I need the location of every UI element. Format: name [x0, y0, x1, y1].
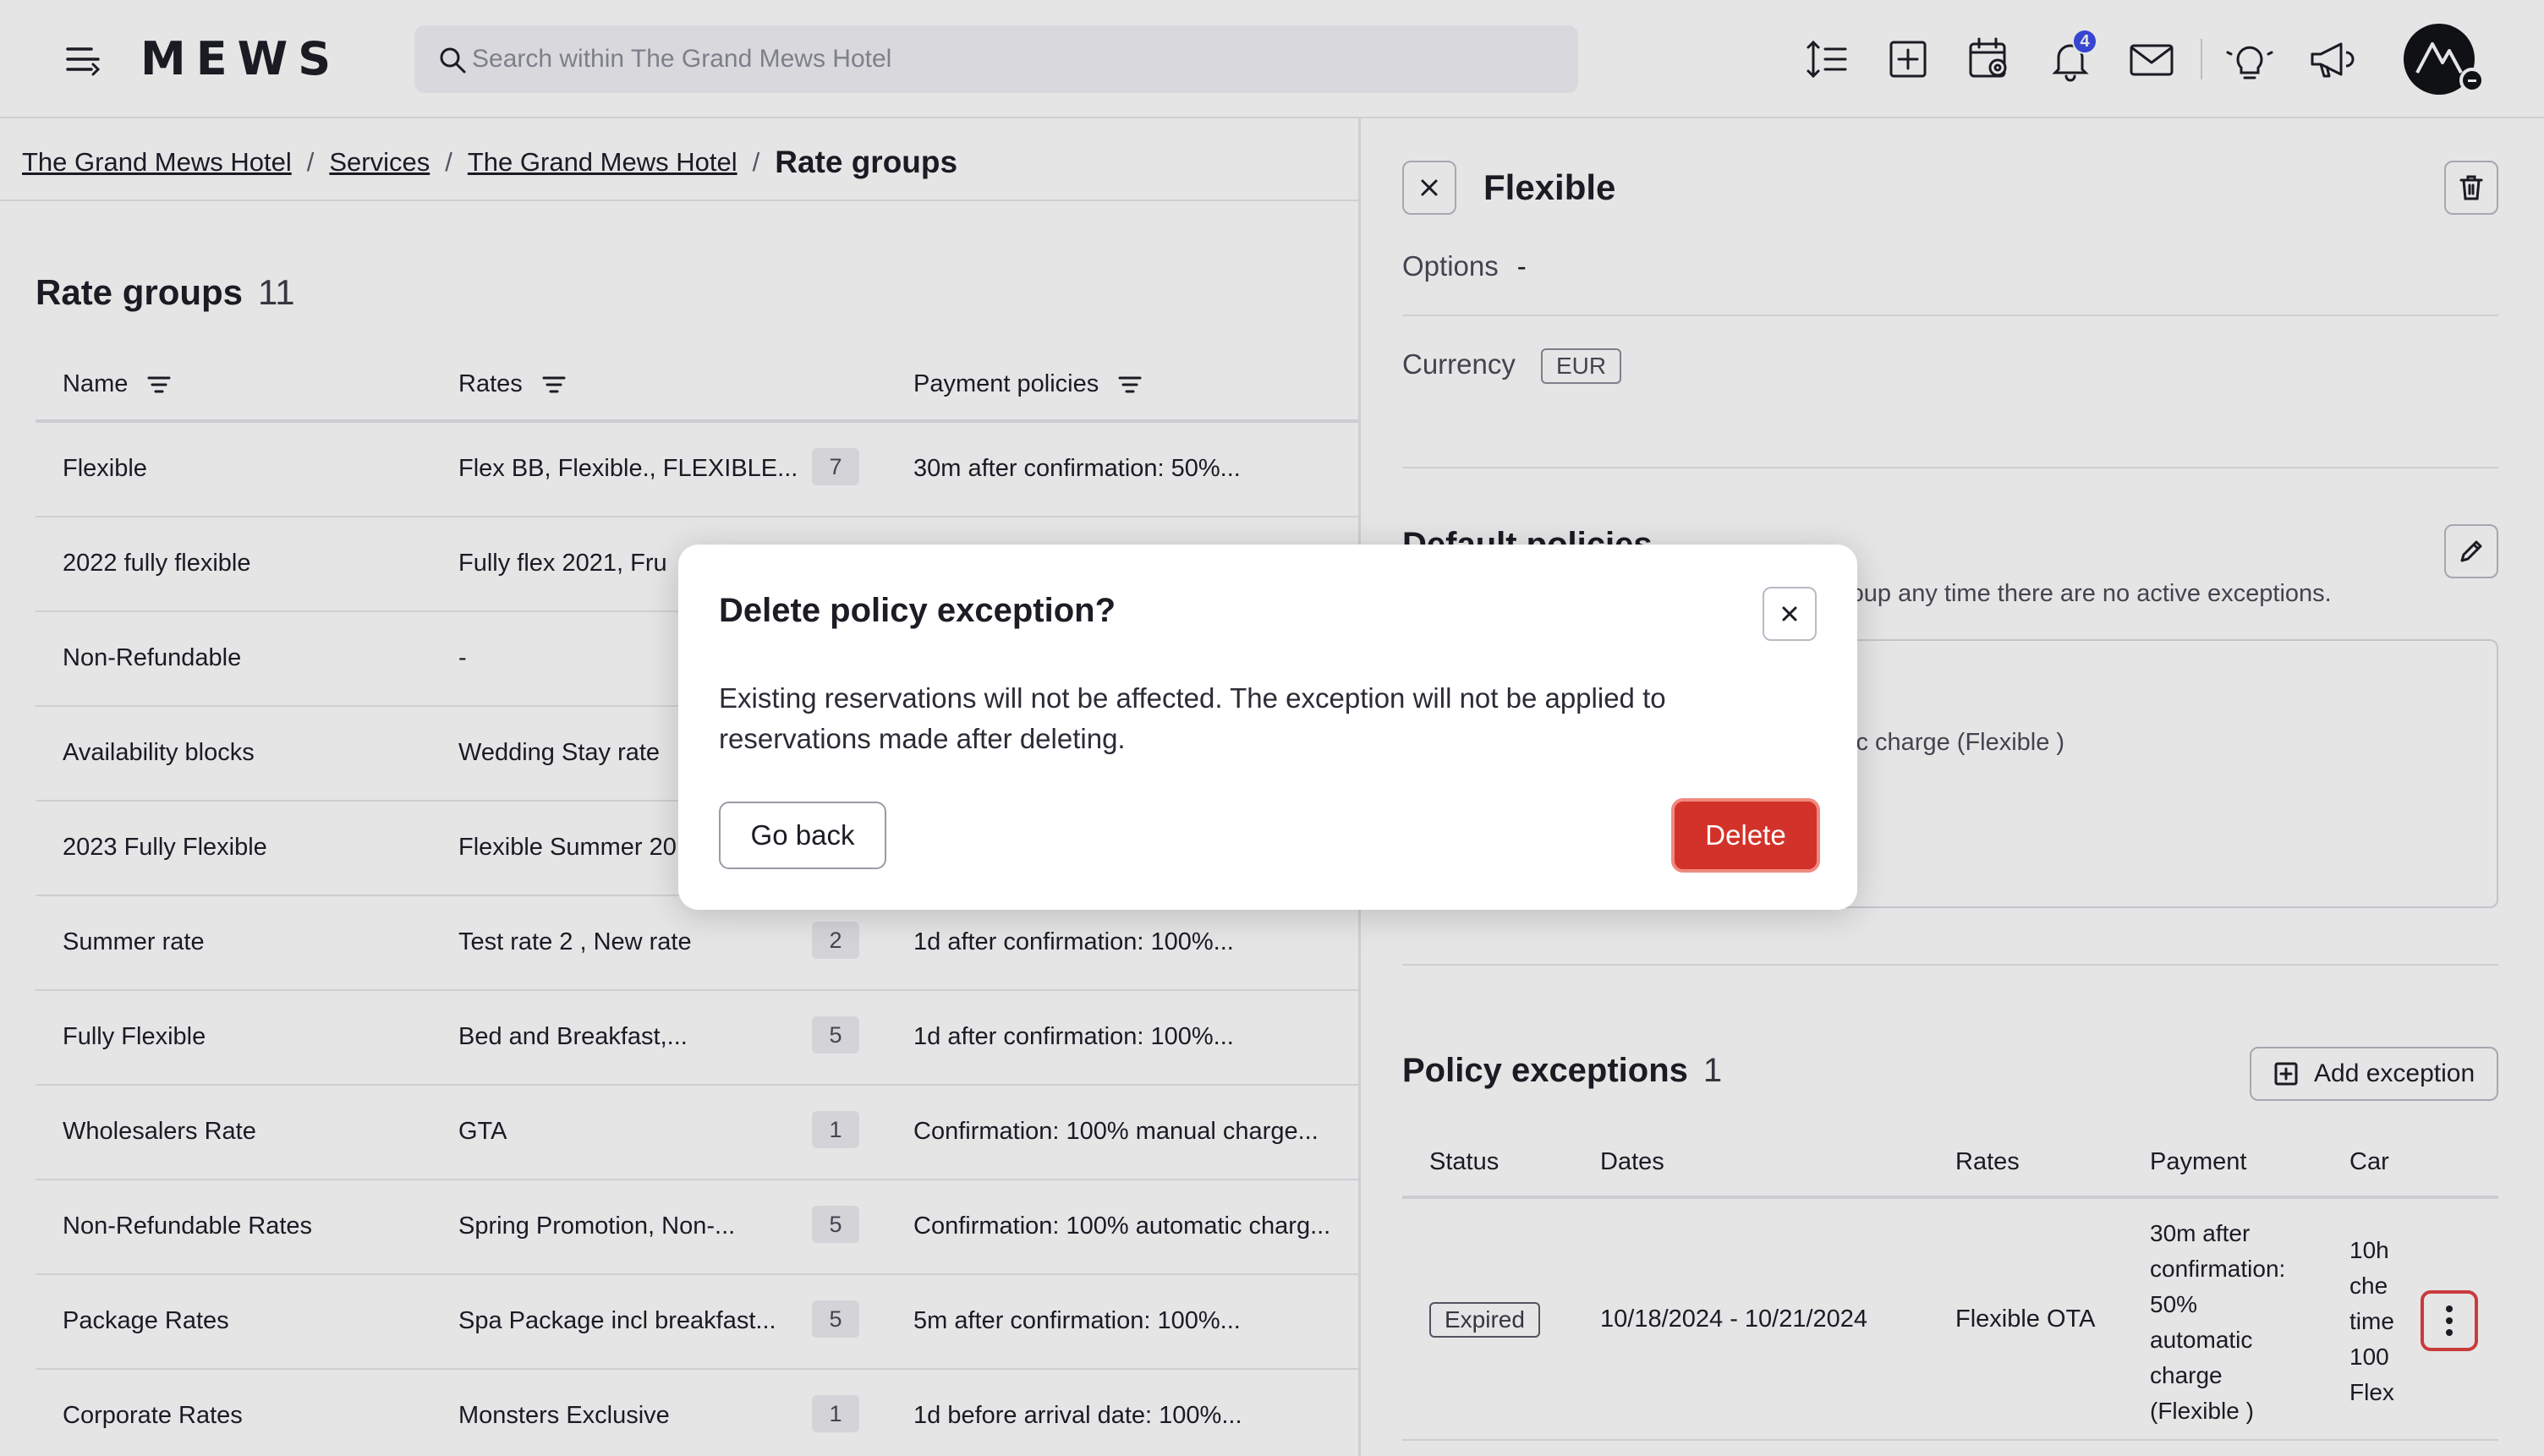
- go-back-button[interactable]: Go back: [719, 802, 886, 869]
- delete-button[interactable]: Delete: [1671, 798, 1820, 873]
- dialog-message: Existing reservations will not be affect…: [719, 682, 1666, 754]
- delete-exception-dialog: Delete policy exception? Existing reserv…: [678, 545, 1857, 910]
- dialog-title: Delete policy exception?: [719, 592, 1116, 629]
- dialog-close-button[interactable]: [1763, 587, 1817, 641]
- close-icon: [1782, 606, 1797, 621]
